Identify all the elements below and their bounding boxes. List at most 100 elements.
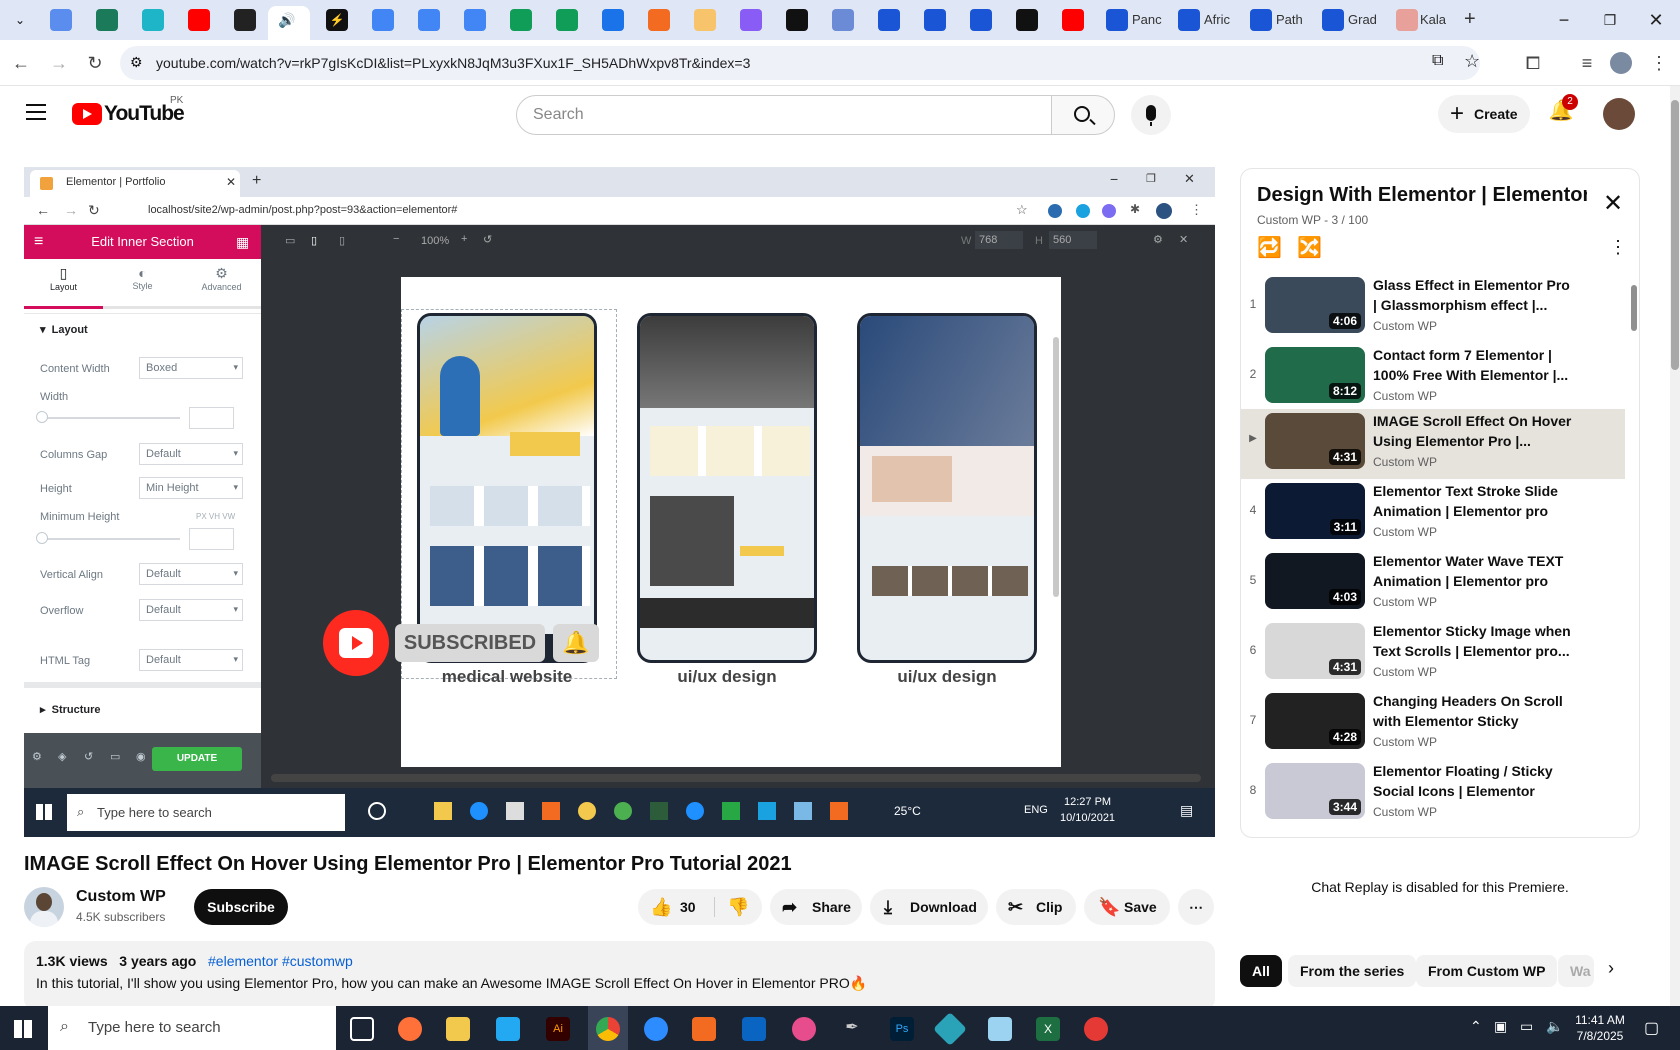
app-icon[interactable] <box>692 1017 716 1041</box>
tab-favicon-icon[interactable] <box>96 9 118 31</box>
tab-favicon-icon[interactable] <box>234 9 256 31</box>
chip-all[interactable]: All <box>1240 955 1282 987</box>
minimize-icon[interactable]: − <box>1544 8 1584 32</box>
voice-search-button[interactable] <box>1131 95 1171 135</box>
vscode-icon[interactable] <box>496 1017 520 1041</box>
install-app-icon[interactable]: ⧉ <box>1432 52 1443 70</box>
share-button[interactable]: ➦ Share <box>770 889 862 925</box>
restore-icon[interactable]: ❐ <box>1590 8 1630 32</box>
channel-avatar[interactable] <box>24 887 64 927</box>
tab-favicon-icon[interactable] <box>1016 9 1038 31</box>
account-avatar[interactable] <box>1603 98 1635 130</box>
tab-forms-icon[interactable] <box>1322 9 1344 31</box>
playlist-menu-icon[interactable]: ⋮ <box>1609 237 1627 258</box>
create-button[interactable]: + Create <box>1438 95 1530 133</box>
tab-favicon-icon[interactable] <box>1396 9 1418 31</box>
zoom-icon[interactable] <box>644 1017 668 1041</box>
url-text[interactable]: youtube.com/watch?v=rkP7gIsKcDI&list=PLx… <box>156 55 750 71</box>
site-info-icon[interactable]: ⚙ <box>130 54 143 71</box>
playlist-item[interactable]: 8 3:44 Elementor Floating / Sticky Socia… <box>1241 759 1625 829</box>
chips-next-arrow-icon[interactable]: › <box>1608 958 1614 979</box>
playlist-channel[interactable]: Custom WP <box>1257 213 1321 227</box>
tab-favicon-icon[interactable] <box>50 9 72 31</box>
profile-avatar[interactable] <box>1610 52 1632 74</box>
tab-label[interactable]: Path <box>1276 12 1303 27</box>
tab-favicon-icon[interactable] <box>694 9 716 31</box>
file-explorer-icon[interactable] <box>446 1017 470 1041</box>
network-icon[interactable]: ▭ <box>1520 1018 1533 1035</box>
new-tab-plus-icon[interactable]: + <box>1464 8 1476 31</box>
playlist-item[interactable]: 2 8:12 Contact form 7 Elementor | 100% F… <box>1241 343 1625 413</box>
forward-arrow-icon[interactable]: → <box>48 52 70 74</box>
tab-favicon-icon[interactable] <box>602 9 624 31</box>
bookmark-star-icon[interactable]: ☆ <box>1464 51 1480 72</box>
playlist-item[interactable]: 6 4:31 Elementor Sticky Image when Text … <box>1241 619 1625 689</box>
save-button[interactable]: 🔖 Save <box>1084 889 1170 925</box>
channel-name[interactable]: Custom WP <box>76 888 166 906</box>
clip-button[interactable]: ✂ Clip <box>996 889 1076 925</box>
extensions-icon[interactable]: ⧠ <box>1522 52 1544 74</box>
tab-docs-icon[interactable] <box>372 9 394 31</box>
description-box[interactable]: 1.3K views 3 years ago #elementor #custo… <box>24 941 1215 1011</box>
back-arrow-icon[interactable]: ← <box>10 52 32 74</box>
close-playlist-icon[interactable]: ✕ <box>1603 189 1623 218</box>
outlook-icon[interactable] <box>742 1017 766 1041</box>
loop-playlist-icon[interactable]: 🔁 <box>1257 235 1282 260</box>
close-window-icon[interactable]: ✕ <box>1636 8 1676 32</box>
more-actions-button[interactable]: ⋯ <box>1178 889 1214 925</box>
tab-label[interactable]: Grad <box>1348 12 1377 27</box>
chip-from-channel[interactable]: From Custom WP <box>1416 955 1558 987</box>
tab-forms-icon[interactable] <box>970 9 992 31</box>
shuffle-playlist-icon[interactable]: 🔀 <box>1297 235 1322 260</box>
firefox-icon[interactable] <box>398 1017 422 1041</box>
playlist-item[interactable]: 7 4:28 Changing Headers On Scroll with E… <box>1241 689 1625 759</box>
app-icon[interactable] <box>988 1017 1012 1041</box>
pen-icon[interactable]: ✒ <box>840 1017 864 1041</box>
hashtags[interactable]: #elementor #customwp <box>208 953 353 969</box>
tab-forms-icon[interactable] <box>1250 9 1272 31</box>
media-control-icon[interactable]: ≡ <box>1576 52 1598 74</box>
address-bar[interactable]: ⚙ youtube.com/watch?v=rkP7gIsKcDI&list=P… <box>120 46 1480 80</box>
chip-watched[interactable]: Wa <box>1558 955 1594 987</box>
search-button[interactable] <box>1051 95 1115 135</box>
notification-center-icon[interactable]: ▢ <box>1644 1018 1659 1038</box>
app-icon[interactable] <box>1084 1017 1108 1041</box>
tab-docs-icon[interactable] <box>418 9 440 31</box>
illustrator-icon[interactable]: Ai <box>546 1017 570 1041</box>
playlist-item[interactable]: 4 3:11 Elementor Text Stroke Slide Anima… <box>1241 479 1625 549</box>
windows-start-icon[interactable] <box>14 1020 32 1038</box>
playlist-item[interactable]: 1 4:06 Glass Effect in Elementor Pro | G… <box>1241 273 1625 343</box>
tab-sheets-icon[interactable] <box>510 9 532 31</box>
tab-forms-icon[interactable] <box>878 9 900 31</box>
tab-forms-icon[interactable] <box>924 9 946 31</box>
like-button[interactable]: 👍 30 <box>638 889 714 925</box>
search-input[interactable]: Search <box>516 95 1052 135</box>
volume-icon[interactable]: 🔈 <box>1546 1018 1563 1035</box>
tab-docs-icon[interactable] <box>464 9 486 31</box>
app-icon[interactable] <box>933 1012 967 1046</box>
excel-icon[interactable]: X <box>1036 1017 1060 1041</box>
playlist-item[interactable]: 5 4:03 Elementor Water Wave TEXT Animati… <box>1241 549 1625 619</box>
tab-label[interactable]: Panc <box>1132 12 1162 27</box>
tab-search-icon[interactable]: ⌄ <box>10 10 30 30</box>
dislike-button[interactable]: 👎 <box>715 889 762 925</box>
tab-youtube-icon[interactable] <box>1062 9 1084 31</box>
tray-app-icon[interactable]: ▣ <box>1494 1018 1507 1035</box>
tab-forms-icon[interactable] <box>1178 9 1200 31</box>
tab-forms-icon[interactable] <box>1106 9 1128 31</box>
hamburger-menu-icon[interactable] <box>26 104 46 120</box>
chrome-menu-icon[interactable]: ⋮ <box>1648 52 1670 74</box>
taskbar-clock[interactable]: 11:41 AM 7/8/2025 <box>1568 1012 1632 1044</box>
tab-label[interactable]: Kala <box>1420 12 1446 27</box>
tab-favicon-icon[interactable] <box>648 9 670 31</box>
tray-chevron-icon[interactable]: ⌃ <box>1470 1018 1482 1035</box>
tab-active[interactable]: 🔊 <box>268 6 310 40</box>
photoshop-icon[interactable]: Ps <box>890 1017 914 1041</box>
page-scroll-thumb[interactable] <box>1671 100 1679 370</box>
subscribe-button[interactable]: Subscribe <box>194 889 288 925</box>
reload-icon[interactable]: ↻ <box>84 52 106 74</box>
tab-favicon-icon[interactable]: ⚡ <box>326 9 348 31</box>
tab-favicon-icon[interactable] <box>740 9 762 31</box>
chip-from-series[interactable]: From the series <box>1288 955 1417 987</box>
tab-favicon-icon[interactable] <box>786 9 808 31</box>
